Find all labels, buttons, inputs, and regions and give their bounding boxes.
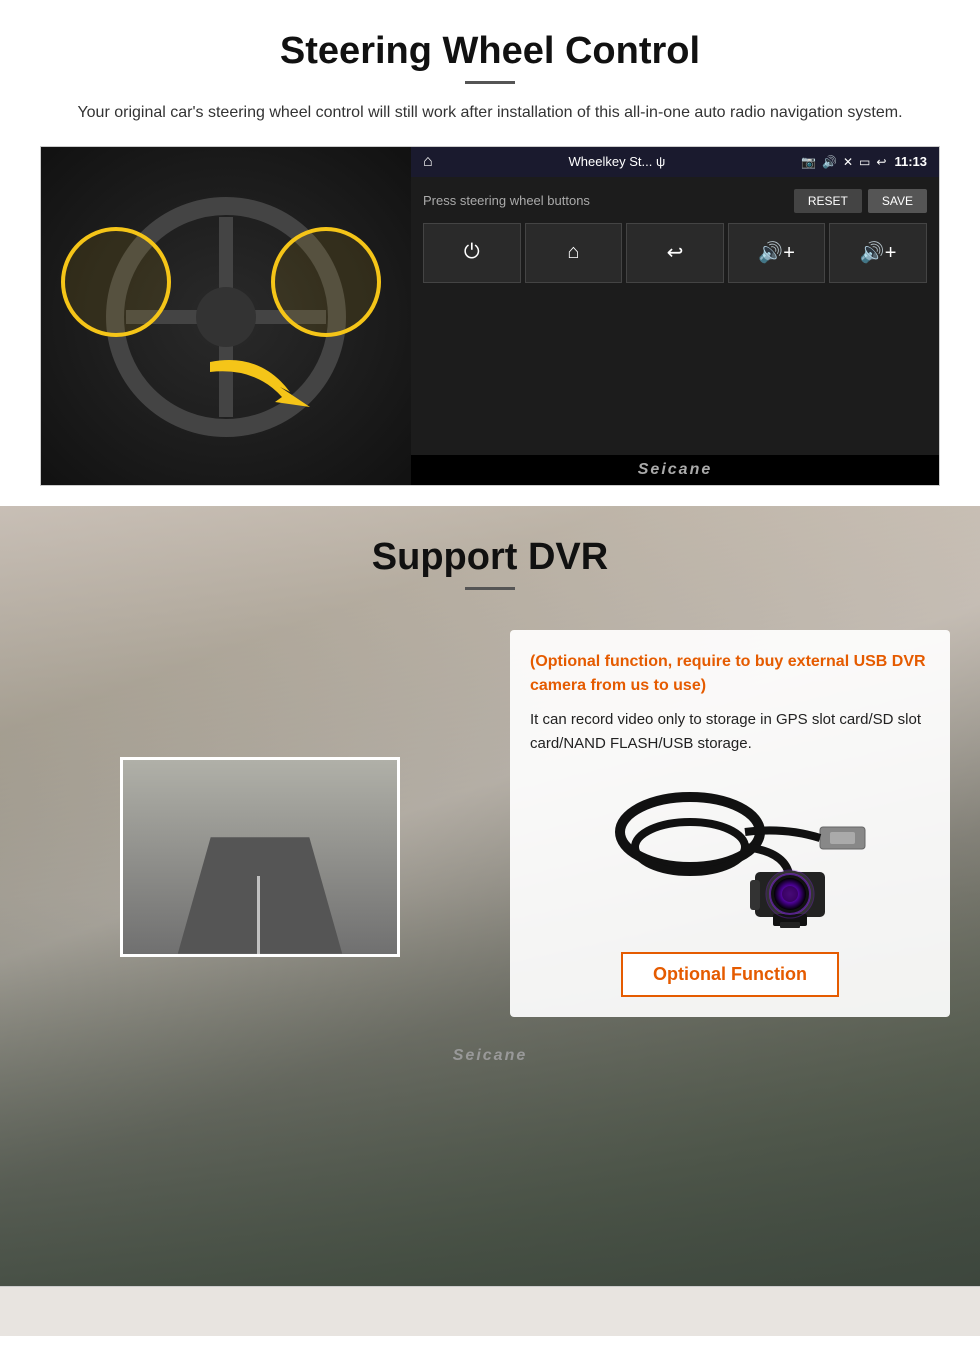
swc-buttons-group: RESET SAVE bbox=[794, 189, 927, 213]
bottom-bar bbox=[0, 1286, 980, 1336]
dvr-info-box: (Optional function, require to buy exter… bbox=[510, 630, 950, 1017]
swc-header: Press steering wheel buttons RESET SAVE bbox=[423, 189, 927, 213]
dvr-camera-image-area bbox=[530, 772, 930, 932]
home-icon: ⌂ bbox=[423, 153, 433, 171]
android-statusbar: ⌂ Wheelkey St... ψ 📷 🔊 ✕ ▭ ↩ 11:13 bbox=[411, 147, 939, 177]
swc-home-cell[interactable]: ⌂ bbox=[525, 223, 623, 283]
swc-vol-down-cell[interactable]: 🔊+ bbox=[829, 223, 927, 283]
dvr-dashcam-screenshot bbox=[120, 757, 400, 957]
road-center-line bbox=[257, 876, 260, 954]
swc-save-button[interactable]: SAVE bbox=[868, 189, 927, 213]
status-time: 11:13 bbox=[894, 154, 927, 169]
steering-image-container: ⌂ Wheelkey St... ψ 📷 🔊 ✕ ▭ ↩ 11:13 Press… bbox=[40, 146, 940, 486]
section-steering-wheel: Steering Wheel Control Your original car… bbox=[0, 0, 980, 506]
swc-button-grid: ⏻ ⌂ ↩ 🔊+ 🔊+ bbox=[423, 223, 927, 283]
swc-vol-up-cell[interactable]: 🔊+ bbox=[728, 223, 826, 283]
dvr-content-area: (Optional function, require to buy exter… bbox=[0, 610, 980, 1037]
optional-function-container: Optional Function bbox=[530, 942, 930, 997]
android-screen: ⌂ Wheelkey St... ψ 📷 🔊 ✕ ▭ ↩ 11:13 Press… bbox=[411, 147, 939, 485]
dvr-right-panel: (Optional function, require to buy exter… bbox=[510, 630, 950, 1017]
dvr-divider bbox=[465, 587, 515, 590]
section1-title: Steering Wheel Control bbox=[40, 30, 940, 73]
dvr-description: It can record video only to storage in G… bbox=[530, 708, 930, 756]
swc-label: Press steering wheel buttons bbox=[423, 193, 590, 208]
section1-subtitle: Your original car's steering wheel contr… bbox=[40, 100, 940, 126]
swc-reset-button[interactable]: RESET bbox=[794, 189, 862, 213]
camera-icon: 📷 bbox=[801, 155, 816, 169]
status-icons-group: 📷 🔊 ✕ ▭ ↩ bbox=[801, 155, 886, 169]
swc-back-cell[interactable]: ↩ bbox=[626, 223, 724, 283]
dvr-optional-notice: (Optional function, require to buy exter… bbox=[530, 650, 930, 698]
highlight-circle-right bbox=[271, 227, 381, 337]
seicane-watermark-1: Seicane bbox=[411, 455, 939, 485]
dvr-title-area: Support DVR bbox=[0, 506, 980, 600]
back-icon: ↩ bbox=[876, 155, 886, 169]
seicane-watermark-2: Seicane bbox=[0, 1037, 980, 1075]
wheel-center-hub bbox=[196, 287, 256, 347]
steering-wheel-image bbox=[41, 147, 411, 486]
section1-divider bbox=[465, 81, 515, 84]
volume-icon: 🔊 bbox=[822, 155, 837, 169]
dvr-camera-svg bbox=[590, 772, 870, 932]
section-dvr: Support DVR (Optional function, require … bbox=[0, 506, 980, 1286]
swc-power-cell[interactable]: ⏻ bbox=[423, 223, 521, 283]
dvr-title: Support DVR bbox=[0, 536, 980, 579]
dvr-left-panel bbox=[30, 630, 490, 1017]
direction-arrow bbox=[200, 342, 330, 437]
dvr-camera-image bbox=[590, 772, 870, 932]
swc-ui: Press steering wheel buttons RESET SAVE … bbox=[411, 177, 939, 455]
highlight-circle-left bbox=[61, 227, 171, 337]
screen-icon: ▭ bbox=[859, 155, 870, 169]
status-app-title: Wheelkey St... ψ bbox=[441, 154, 793, 169]
optional-function-button[interactable]: Optional Function bbox=[621, 952, 839, 997]
close-icon: ✕ bbox=[843, 155, 853, 169]
steering-wheel-bg bbox=[41, 147, 411, 486]
